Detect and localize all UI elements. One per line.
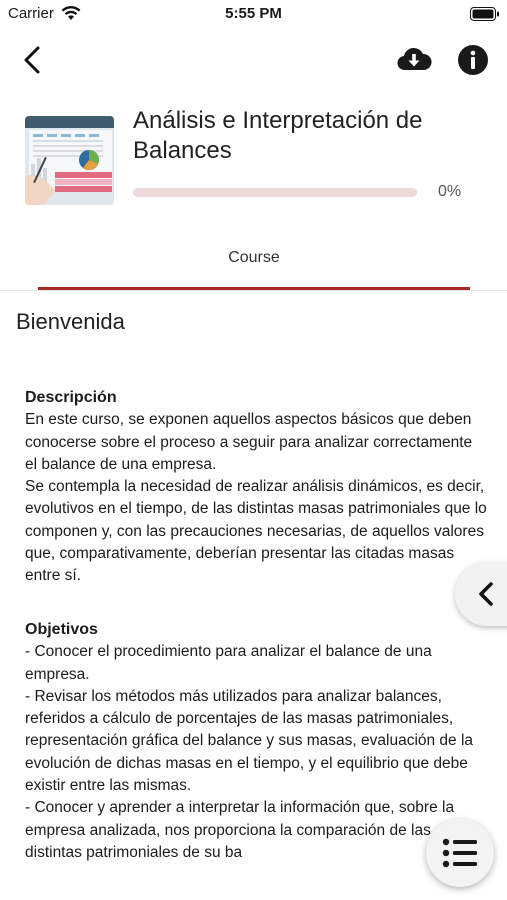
tab-bar: Course: [0, 236, 507, 291]
course-thumbnail: [25, 116, 114, 205]
back-button[interactable]: [16, 40, 52, 80]
paragraph: - Conocer y aprender a interpretar la in…: [25, 799, 455, 861]
chevron-left-icon: [24, 46, 40, 74]
paragraph: En este curso, se exponen aquellos aspec…: [25, 411, 473, 473]
list-menu-icon: [442, 838, 477, 868]
section-heading: Descripción: [25, 389, 117, 406]
description-section: Descripción En este curso, se exponen aq…: [25, 387, 487, 588]
battery-icon: [470, 7, 499, 21]
nav-bar: [0, 34, 507, 84]
status-bar: Carrier 5:55 PM: [0, 0, 507, 28]
tab-label: Course: [228, 249, 280, 266]
page-title: Bienvenida: [16, 309, 125, 334]
info-icon: [458, 45, 488, 75]
progress-bar: [133, 188, 417, 197]
chevron-left-icon: [479, 582, 493, 606]
info-button[interactable]: [456, 43, 490, 77]
paragraph: - Revisar los métodos más utilizados par…: [25, 687, 474, 795]
progress-label: 0%: [438, 183, 462, 200]
course-header: Análisis e Interpretación de Balances 0%: [0, 100, 507, 210]
paragraph: Se contempla la necesidad de realizar an…: [25, 478, 487, 585]
status-time: 5:55 PM: [225, 5, 282, 22]
paragraph: - Conocer el procedimiento para analizar…: [25, 643, 432, 683]
menu-button[interactable]: [426, 819, 494, 887]
objectives-section: Objetivos - Conocer el procedimiento par…: [25, 619, 487, 864]
cloud-download-icon: [397, 47, 432, 71]
course-title: Análisis e Interpretación de Balances: [133, 107, 423, 164]
section-heading: Objetivos: [25, 621, 98, 638]
download-button[interactable]: [396, 44, 432, 74]
course-content[interactable]: Bienvenida Descripción En este curso, se…: [0, 290, 507, 900]
tab-course[interactable]: Course: [38, 236, 470, 290]
